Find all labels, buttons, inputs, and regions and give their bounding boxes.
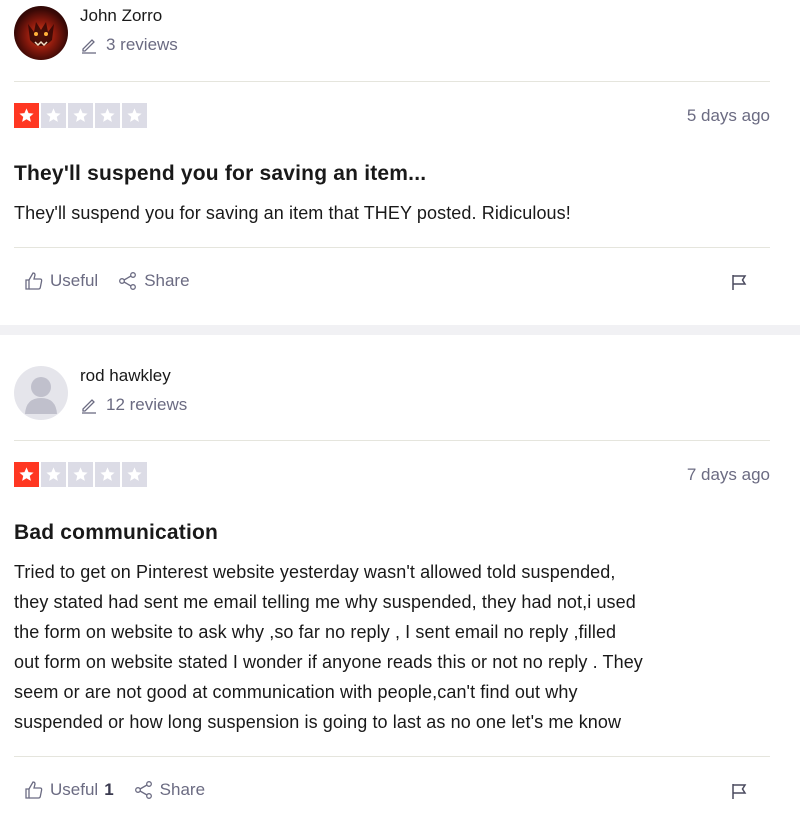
review-count-label: 3 reviews [106,35,178,54]
review-actions: Useful Share [24,271,210,291]
star-rating [14,462,149,487]
divider [14,81,770,82]
review-count: 3 reviews [80,35,178,55]
useful-button[interactable]: Useful [24,271,98,291]
review-body-line: they stated had sent me email telling me… [14,592,636,612]
divider [14,440,770,441]
star-icon [41,462,66,487]
star-icon [95,462,120,487]
review-separator [0,325,800,335]
useful-label: Useful [50,780,99,799]
star-icon [14,103,39,128]
review-card: John Zorro 3 reviews 5 days ago They'll … [0,0,800,325]
share-label: Share [144,271,190,290]
star-icon [122,103,147,128]
useful-count: 1 [104,780,114,799]
review-body-line: suspended or how long suspension is goin… [14,712,622,732]
review-date: 7 days ago [686,465,770,484]
review-actions: Useful 1 Share [24,780,225,800]
pencil-icon [82,39,96,54]
consumer-info[interactable]: John Zorro 3 reviews [14,6,178,60]
star-icon [122,462,147,487]
review-count: 12 reviews [80,395,187,415]
review-body-line: out form on website stated I wonder if a… [14,652,643,672]
review-card: rod hawkley 12 reviews 7 days ago Bad co… [0,335,800,833]
consumer-name[interactable]: rod hawkley [80,366,187,386]
share-button[interactable]: Share [134,780,205,800]
useful-label: Useful [50,271,99,290]
pencil-icon [82,399,96,414]
share-icon [134,781,152,799]
useful-button[interactable]: Useful 1 [24,780,114,800]
star-icon [41,103,66,128]
review-title[interactable]: Bad communication [14,521,218,545]
review-body-line: Tried to get on Pinterest website yester… [14,562,616,582]
divider [14,247,770,248]
flag-icon [732,275,747,290]
avatar[interactable] [14,366,68,420]
star-icon [68,103,93,128]
share-button[interactable]: Share [118,271,190,291]
avatar[interactable] [14,6,68,60]
star-icon [14,462,39,487]
thumbs-up-icon [25,272,43,290]
review-title[interactable]: They'll suspend you for saving an item..… [14,162,426,186]
divider [14,756,770,757]
flag-icon [732,784,747,799]
share-icon [119,272,137,290]
review-body: Tried to get on Pinterest website yester… [14,557,774,737]
review-body-line: the form on website to ask why ,so far n… [14,622,617,642]
flag-button[interactable] [730,273,748,296]
thumbs-up-icon [25,781,43,799]
review-date: 5 days ago [686,106,770,125]
review-body-line: seem or are not good at communication wi… [14,682,578,702]
star-icon [68,462,93,487]
star-rating [14,103,149,128]
consumer-info[interactable]: rod hawkley 12 reviews [14,366,187,420]
flag-button[interactable] [730,782,748,805]
review-body: They'll suspend you for saving an item t… [14,203,571,223]
review-count-label: 12 reviews [106,395,188,414]
share-label: Share [159,780,206,799]
consumer-name[interactable]: John Zorro [80,6,178,26]
star-icon [95,103,120,128]
